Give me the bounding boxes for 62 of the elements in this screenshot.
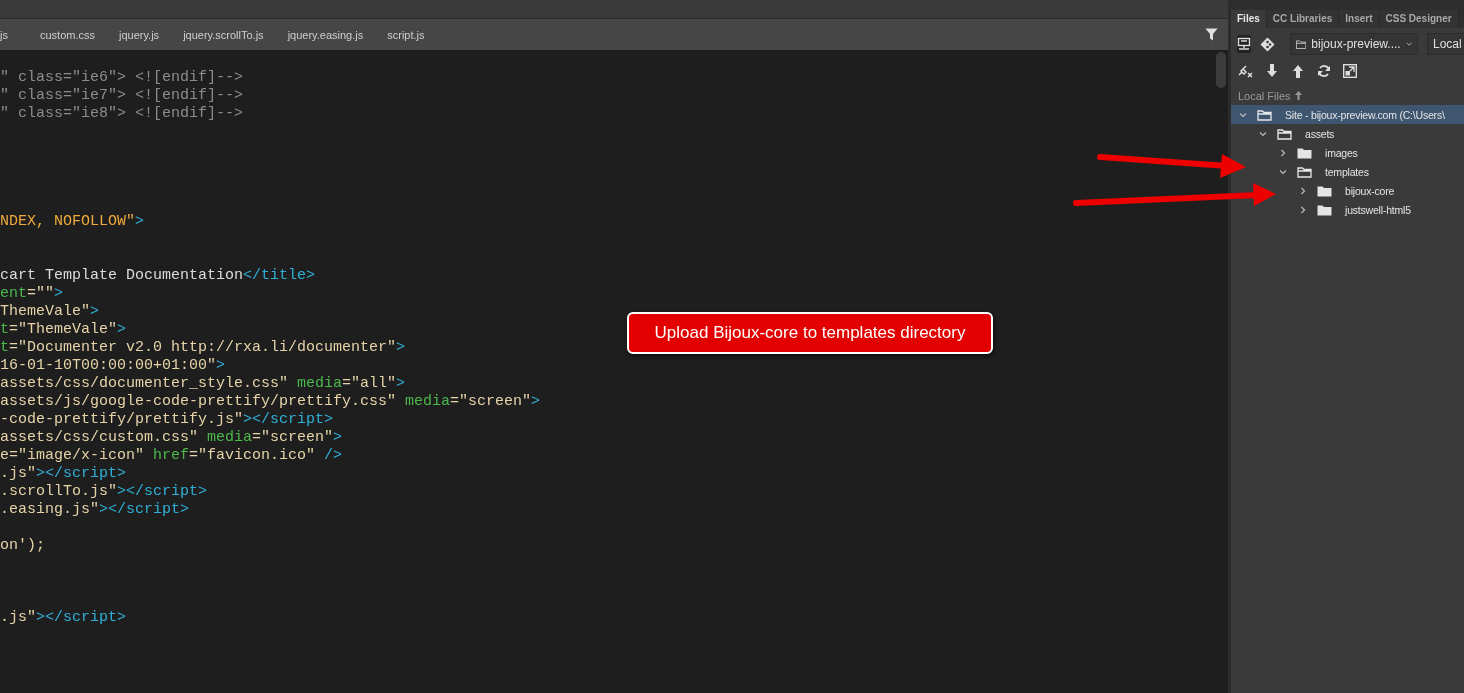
panel-tab[interactable]: Insert [1339,10,1380,28]
code-line: ThemeVale"> [0,303,100,321]
code-line: cart Template Documentation</title> [0,267,316,285]
tree-row[interactable]: Site - bijoux-preview.com (C:\Users\ [1231,105,1464,124]
site-select[interactable]: bijoux-preview.... [1290,33,1418,55]
file-tab[interactable]: jquery.js [106,28,172,41]
code-line: assets/js/google-code-prettify/prettify.css" media="screen"> [0,393,541,411]
disconnect-icon[interactable] [1237,62,1255,80]
tree-row[interactable]: assets [1251,124,1339,143]
folder-icon [1317,203,1332,216]
filter-icon[interactable] [1205,28,1218,41]
panel-tab[interactable]: CC Libraries [1266,10,1340,28]
view-select[interactable]: Local [1427,33,1464,55]
git-icon[interactable] [1260,35,1275,53]
code-line: NDEX, NOFOLLOW"> [0,213,145,231]
code-line: .js"></script> [0,465,127,483]
file-tab[interactable]: script.js [375,28,437,41]
file-tab[interactable]: jquery.easing.js [275,28,376,41]
code-line: " class="ie8"> <![endif]--> [0,105,244,123]
folder-icon [1297,165,1312,178]
code-line: assets/css/custom.css" media="screen"> [0,429,343,447]
refresh-icon[interactable] [1315,62,1333,80]
chevron-down-icon[interactable] [1259,129,1267,138]
panel-tab[interactable]: Files [1231,10,1267,28]
chevron-down-icon [1405,40,1412,48]
code-line: " class="ie7"> <![endif]--> [0,87,244,105]
folder-icon [1277,127,1292,140]
file-tab[interactable]: js [0,28,20,41]
folder-icon [1317,184,1332,197]
code-line: e="image/x-icon" href="favicon.ico" /> [0,447,343,465]
scrollbar-thumb[interactable] [1216,52,1226,88]
folder-icon [1257,108,1272,121]
code-line: .js"></script> [0,609,127,627]
sort-up-icon[interactable] [1294,91,1302,100]
folder-icon [1296,38,1307,50]
expand-icon[interactable] [1341,62,1359,80]
code-line: -code-prettify/prettify.js"></script> [0,411,334,429]
code-line: on'); [0,537,45,555]
section-label: Local Files [1238,89,1291,102]
chevron-down-icon[interactable] [1279,167,1287,176]
chevron-right-icon[interactable] [1299,186,1307,195]
callout-label: Upload Bijoux-core to templates directory [627,312,993,354]
server-icon[interactable] [1237,35,1251,53]
code-line: .easing.js"></script> [0,501,190,519]
tree-row[interactable]: images [1271,143,1362,162]
code-line: ent=""> [0,285,64,303]
code-line: assets/css/documenter_style.css" media="all"> [0,375,406,393]
code-line: t="ThemeVale"> [0,321,127,339]
code-line: .scrollTo.js"></script> [0,483,208,501]
chevron-right-icon[interactable] [1279,148,1287,157]
chevron-down-icon[interactable] [1239,110,1247,119]
chevron-right-icon[interactable] [1299,205,1307,214]
code-line: " class="ie6"> <![endif]--> [0,69,244,87]
tree-row[interactable]: bijoux-core [1291,181,1399,200]
tree-row[interactable]: justswell-html5 [1291,200,1415,219]
file-tab[interactable]: jquery.scrollTo.js [171,28,276,41]
panel-tab[interactable]: CSS Designer [1379,10,1459,28]
folder-icon [1297,146,1312,159]
code-line: t="Documenter v2.0 http://rxa.li/documenter"> [0,339,406,357]
file-tab[interactable]: custom.css [27,28,107,41]
tree-row[interactable]: templates [1271,162,1373,181]
code-line: 16-01-10T00:00:00+01:00"> [0,357,226,375]
